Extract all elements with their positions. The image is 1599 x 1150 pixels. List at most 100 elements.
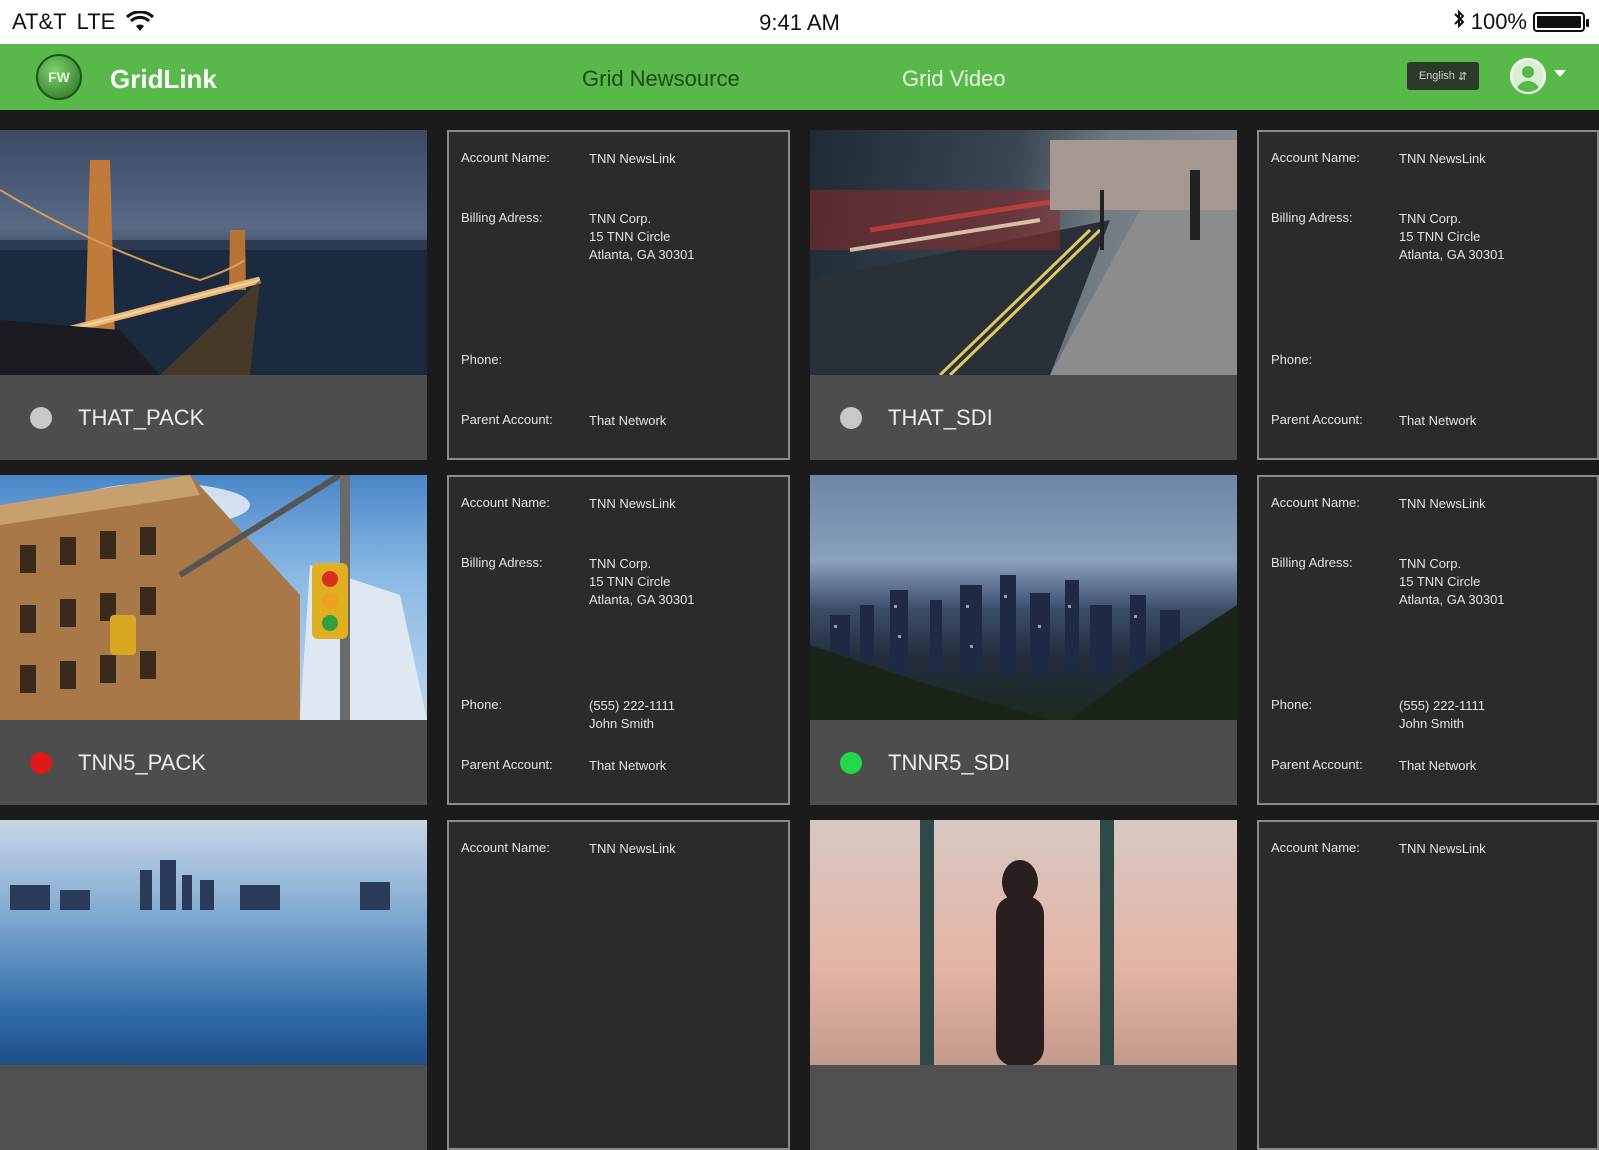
language-select[interactable]: English ⇵ (1407, 62, 1479, 90)
phone-value: (555) 222-1111 John Smith (589, 697, 675, 733)
billing-line: TNN Corp. (589, 556, 652, 571)
device-name: TNNR5_SDI (888, 750, 1011, 775)
battery-fill (1537, 16, 1581, 28)
phone-label: Phone: (1271, 352, 1313, 367)
clock: 9:41 AM (759, 10, 840, 35)
billing-line: Atlanta, GA 30301 (1399, 592, 1505, 607)
parent-account-value: That Network (589, 758, 667, 773)
parent-account-value: That Network (589, 413, 667, 428)
device-thumbnail (810, 130, 1237, 377)
billing-line: Atlanta, GA 30301 (589, 247, 695, 262)
account-name-label: Account Name: (1271, 150, 1360, 165)
phone-number: (555) 222-1111 (1399, 698, 1486, 713)
device-tile[interactable]: THAT_SDI (810, 130, 1237, 460)
status-indicator-icon (840, 407, 862, 429)
device-tile[interactable]: TNNR5_SDI (810, 475, 1237, 805)
device-name: TNN5_PACK (78, 750, 206, 775)
billing-address-label: Billing Adress: (461, 555, 543, 570)
account-info-card: Account Name: TNN NewsLink Billing Adres… (1257, 130, 1599, 460)
account-name-label: Account Name: (461, 495, 550, 510)
phone-number: (555) 222-1111 (589, 698, 676, 713)
account-name-label: Account Name: (461, 150, 550, 165)
billing-line: 15 TNN Circle (589, 229, 671, 244)
billing-address-value: TNN Corp. 15 TNN Circle Atlanta, GA 3030… (589, 555, 695, 609)
account-name-value: TNN NewsLink (1399, 496, 1486, 511)
phone-value: (555) 222-1111 John Smith (1399, 697, 1485, 733)
status-indicator-icon (30, 752, 52, 774)
bluetooth-icon (1453, 8, 1465, 36)
parent-account-label: Parent Account: (461, 412, 553, 427)
device-name: THAT_PACK (78, 405, 205, 430)
account-name-value: TNN NewsLink (589, 841, 676, 856)
app-logo[interactable]: FW (36, 54, 82, 100)
device-thumbnail (0, 820, 427, 1065)
bridge-image (0, 160, 427, 375)
city-night-image (810, 575, 1237, 720)
nav-link-grid-newsource[interactable]: Grid Newsource (582, 66, 740, 92)
nav-link-grid-video[interactable]: Grid Video (902, 66, 1006, 92)
tile-footer: TNNR5_SDI (810, 720, 1237, 805)
billing-line: TNN Corp. (1399, 556, 1462, 571)
account-name-value: TNN NewsLink (1399, 151, 1486, 166)
phone-label: Phone: (461, 352, 503, 367)
tile-footer: THAT_SDI (810, 375, 1237, 460)
billing-address-label: Billing Adress: (1271, 210, 1353, 225)
tile-footer: TNN5_PACK (0, 720, 427, 805)
status-indicator-icon (840, 752, 862, 774)
contact-name: John Smith (1399, 716, 1465, 731)
battery-percent: 100% (1470, 9, 1527, 34)
select-arrows-icon: ⇵ (1457, 70, 1468, 83)
parent-account-label: Parent Account: (1271, 412, 1363, 427)
account-name-label: Account Name: (1271, 840, 1360, 855)
device-grid: THAT_PACK Account Name: TNN NewsLink Bil… (0, 130, 1599, 1150)
device-tile[interactable]: THAT_PACK (0, 130, 427, 460)
account-name-label: Account Name: (1271, 495, 1360, 510)
phone-label: Phone: (1271, 697, 1313, 712)
billing-address-label: Billing Adress: (461, 210, 543, 225)
device-tile[interactable] (810, 820, 1237, 1150)
billing-line: TNN Corp. (589, 211, 652, 226)
user-avatar-icon[interactable] (1510, 58, 1546, 94)
device-tile[interactable]: TNN5_PACK (0, 475, 427, 805)
tile-footer: THAT_PACK (0, 375, 427, 460)
street-image (810, 140, 1237, 377)
account-name-value: TNN NewsLink (589, 496, 676, 511)
status-bar: AT&T LTE 9:41 AM 100% (0, 0, 1599, 44)
account-info-card: Account Name: TNN NewsLink Billing Adres… (447, 475, 790, 805)
parent-account-value: That Network (1399, 413, 1477, 428)
device-tile[interactable] (0, 820, 427, 1150)
dusk-image (920, 820, 1114, 1066)
language-select-value: English (1418, 70, 1455, 82)
account-name-value: TNN NewsLink (589, 151, 676, 166)
status-indicator-icon (30, 407, 52, 429)
chevron-down-icon[interactable] (1554, 70, 1566, 77)
billing-address-value: TNN Corp. 15 TNN Circle Atlanta, GA 3030… (1399, 555, 1505, 609)
billing-line: 15 TNN Circle (1399, 574, 1481, 589)
account-name-value: TNN NewsLink (1399, 841, 1486, 856)
device-thumbnail (810, 820, 1237, 1066)
contact-name: John Smith (589, 716, 655, 731)
billing-line: Atlanta, GA 30301 (589, 592, 695, 607)
parent-account-label: Parent Account: (1271, 757, 1363, 772)
skyline-image (10, 860, 390, 910)
battery-icon (1533, 12, 1589, 32)
top-nav-bar: FW GridLink Grid Newsource Grid Video En… (0, 44, 1599, 110)
phone-label: Phone: (461, 697, 503, 712)
device-thumbnail (0, 130, 427, 375)
device-thumbnail (810, 475, 1237, 720)
status-right: 100% (1453, 8, 1589, 36)
app-name: GridLink (110, 64, 217, 94)
billing-line: 15 TNN Circle (589, 574, 671, 589)
account-name-label: Account Name: (461, 840, 550, 855)
account-info-card: Account Name: TNN NewsLink Billing Adres… (1257, 475, 1599, 805)
billing-address-label: Billing Adress: (1271, 555, 1353, 570)
device-thumbnail (0, 475, 427, 720)
parent-account-value: That Network (1399, 758, 1477, 773)
account-info-card: Account Name: TNN NewsLink (1257, 820, 1599, 1150)
billing-line: Atlanta, GA 30301 (1399, 247, 1505, 262)
device-name: THAT_SDI (888, 405, 993, 430)
account-info-card: Account Name: TNN NewsLink (447, 820, 790, 1150)
parent-account-label: Parent Account: (461, 757, 553, 772)
billing-address-value: TNN Corp. 15 TNN Circle Atlanta, GA 3030… (589, 210, 695, 264)
billing-line: 15 TNN Circle (1399, 229, 1481, 244)
